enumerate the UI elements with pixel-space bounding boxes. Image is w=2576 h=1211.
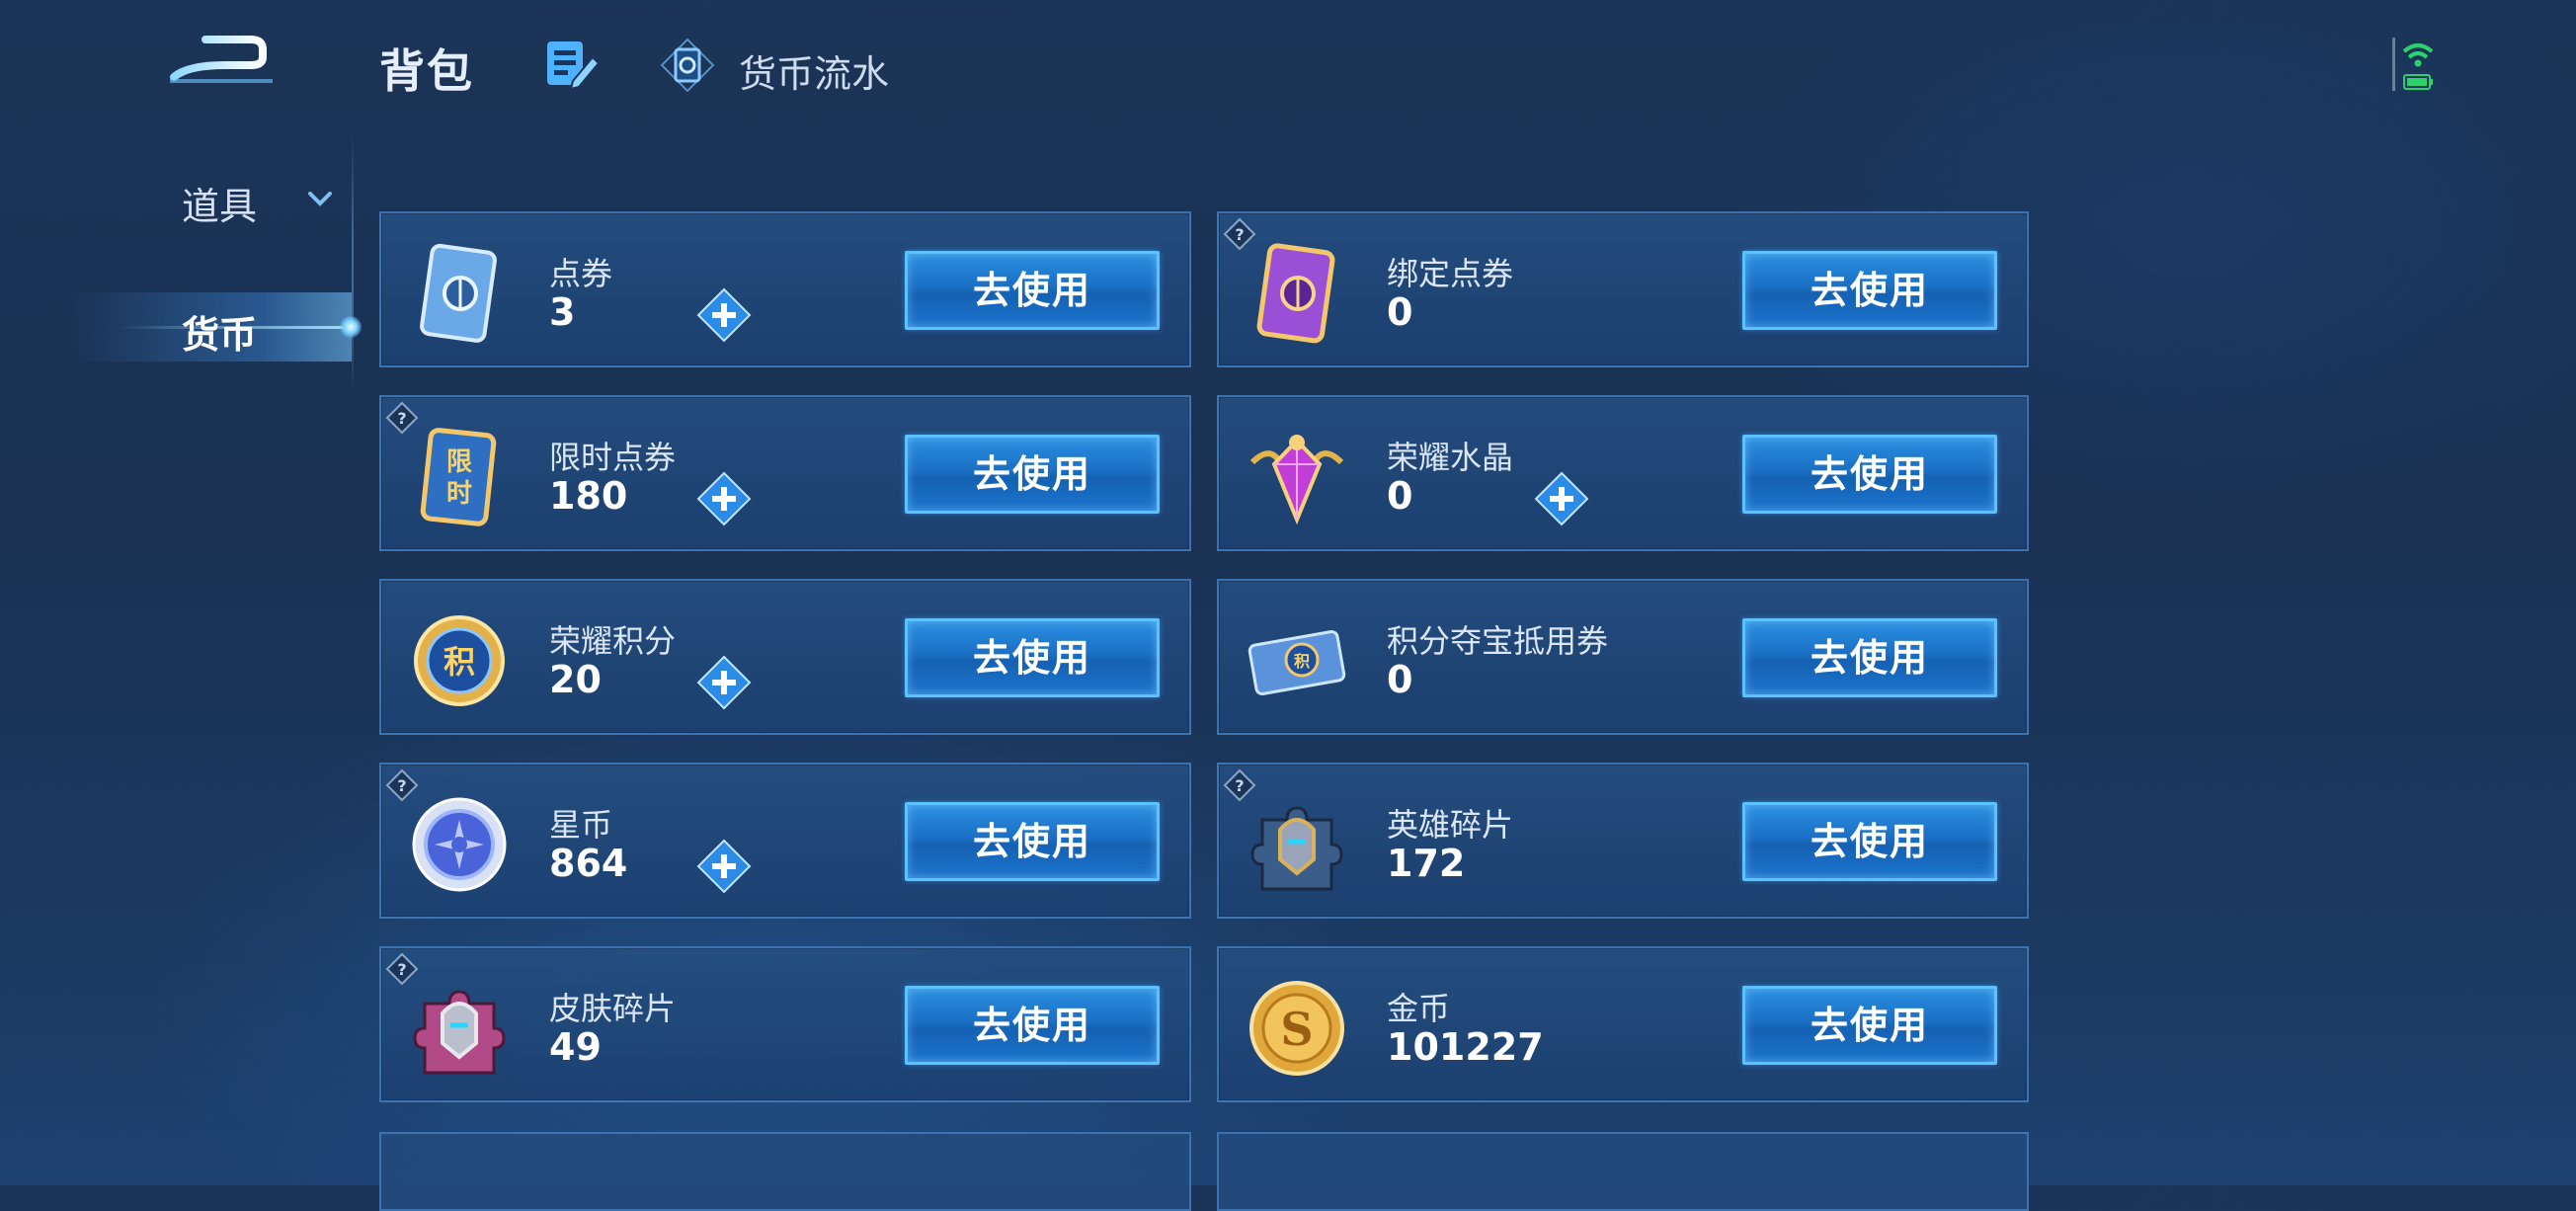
glory-points-icon: 积	[405, 606, 514, 715]
use-button[interactable]: 去使用	[905, 618, 1160, 697]
coupon-icon	[405, 239, 514, 348]
back-arrow-icon[interactable]	[166, 30, 277, 89]
currency-count: 180	[549, 474, 628, 518]
currency-card: ? 限时限时点券 180 去使用	[379, 395, 1191, 551]
plus-icon[interactable]	[1533, 470, 1590, 527]
points-voucher-icon: 积	[1243, 606, 1351, 715]
currency-count: 101227	[1387, 1025, 1544, 1069]
currency-card: ? 星币 864 去使用	[379, 763, 1191, 919]
partial-card-right	[1217, 1132, 2029, 1211]
wifi-battery-icon	[2392, 38, 2434, 91]
currency-card: 积 荣耀积分 20 去使用	[379, 579, 1191, 735]
currency-count: 172	[1387, 842, 1466, 885]
hero-fragment-icon	[1243, 790, 1351, 899]
page-title: 背包	[379, 44, 474, 98]
use-button[interactable]: 去使用	[1742, 435, 1997, 514]
svg-text:积: 积	[443, 643, 475, 681]
currency-card: ? 英雄碎片 172 去使用	[1217, 763, 2029, 919]
svg-text:S: S	[1280, 1003, 1313, 1056]
edit-list-icon[interactable]	[543, 38, 603, 91]
currency-name: 绑定点券	[1387, 255, 1514, 292]
currency-card-icon[interactable]	[660, 38, 715, 93]
currency-count: 49	[549, 1025, 602, 1069]
currency-count: 3	[549, 290, 576, 334]
currency-name: 星币	[549, 806, 613, 844]
currency-name: 点券	[549, 255, 613, 292]
currency-count: 20	[549, 658, 602, 701]
currency-card: ? 绑定点券 0 去使用	[1217, 211, 2029, 367]
currency-name: 荣耀积分	[549, 622, 677, 660]
sidebar-item-items[interactable]: 道具	[0, 164, 352, 233]
svg-text:限: 限	[446, 447, 472, 477]
selected-indicator	[340, 316, 362, 338]
use-button[interactable]: 去使用	[905, 251, 1160, 330]
sidebar-item-label: 道具	[182, 185, 258, 228]
use-button[interactable]: 去使用	[905, 435, 1160, 514]
sidebar-divider	[352, 133, 354, 390]
plus-icon[interactable]	[695, 470, 753, 527]
currency-count: 0	[1387, 290, 1413, 334]
skin-fragment-icon	[405, 974, 514, 1083]
gold-coin-icon: S	[1243, 974, 1351, 1083]
currency-card: ? 皮肤碎片 49 去使用	[379, 946, 1191, 1102]
use-button[interactable]: 去使用	[905, 802, 1160, 881]
currency-name: 英雄碎片	[1387, 806, 1514, 844]
svg-text:积: 积	[1294, 652, 1310, 671]
plus-icon[interactable]	[695, 286, 753, 344]
currency-name: 积分夺宝抵用券	[1387, 622, 1609, 660]
sidebar-item-label: 货币	[182, 313, 258, 357]
sidebar-item-currency[interactable]: 货币	[0, 292, 362, 362]
currency-count: 0	[1387, 474, 1413, 518]
chevron-down-icon	[308, 192, 332, 206]
star-coin-icon	[405, 790, 514, 899]
currency-name: 皮肤碎片	[549, 990, 677, 1027]
limited-coupon-icon: 限时	[405, 423, 514, 531]
use-button[interactable]: 去使用	[905, 986, 1160, 1065]
svg-text:时: 时	[446, 479, 472, 509]
partial-card-left	[379, 1132, 1191, 1211]
currency-name: 金币	[1387, 990, 1451, 1027]
use-button[interactable]: 去使用	[1742, 618, 1997, 697]
currency-card: 荣耀水晶 0 去使用	[1217, 395, 2029, 551]
currency-card: S 金币 101227 去使用	[1217, 946, 2029, 1102]
glory-crystal-icon	[1243, 423, 1351, 531]
use-button[interactable]: 去使用	[1742, 986, 1997, 1065]
currency-name: 荣耀水晶	[1387, 439, 1514, 476]
bound-coupon-icon	[1243, 239, 1351, 348]
currency-flow-link[interactable]: 货币流水	[739, 43, 889, 98]
plus-icon[interactable]	[695, 654, 753, 711]
currency-name: 限时点券	[549, 439, 677, 476]
currency-card: 积 积分夺宝抵用券 0 去使用	[1217, 579, 2029, 735]
use-button[interactable]: 去使用	[1742, 251, 1997, 330]
currency-card: 点券 3 去使用	[379, 211, 1191, 367]
plus-icon[interactable]	[695, 838, 753, 895]
currency-count: 864	[549, 842, 628, 885]
use-button[interactable]: 去使用	[1742, 802, 1997, 881]
currency-count: 0	[1387, 658, 1413, 701]
